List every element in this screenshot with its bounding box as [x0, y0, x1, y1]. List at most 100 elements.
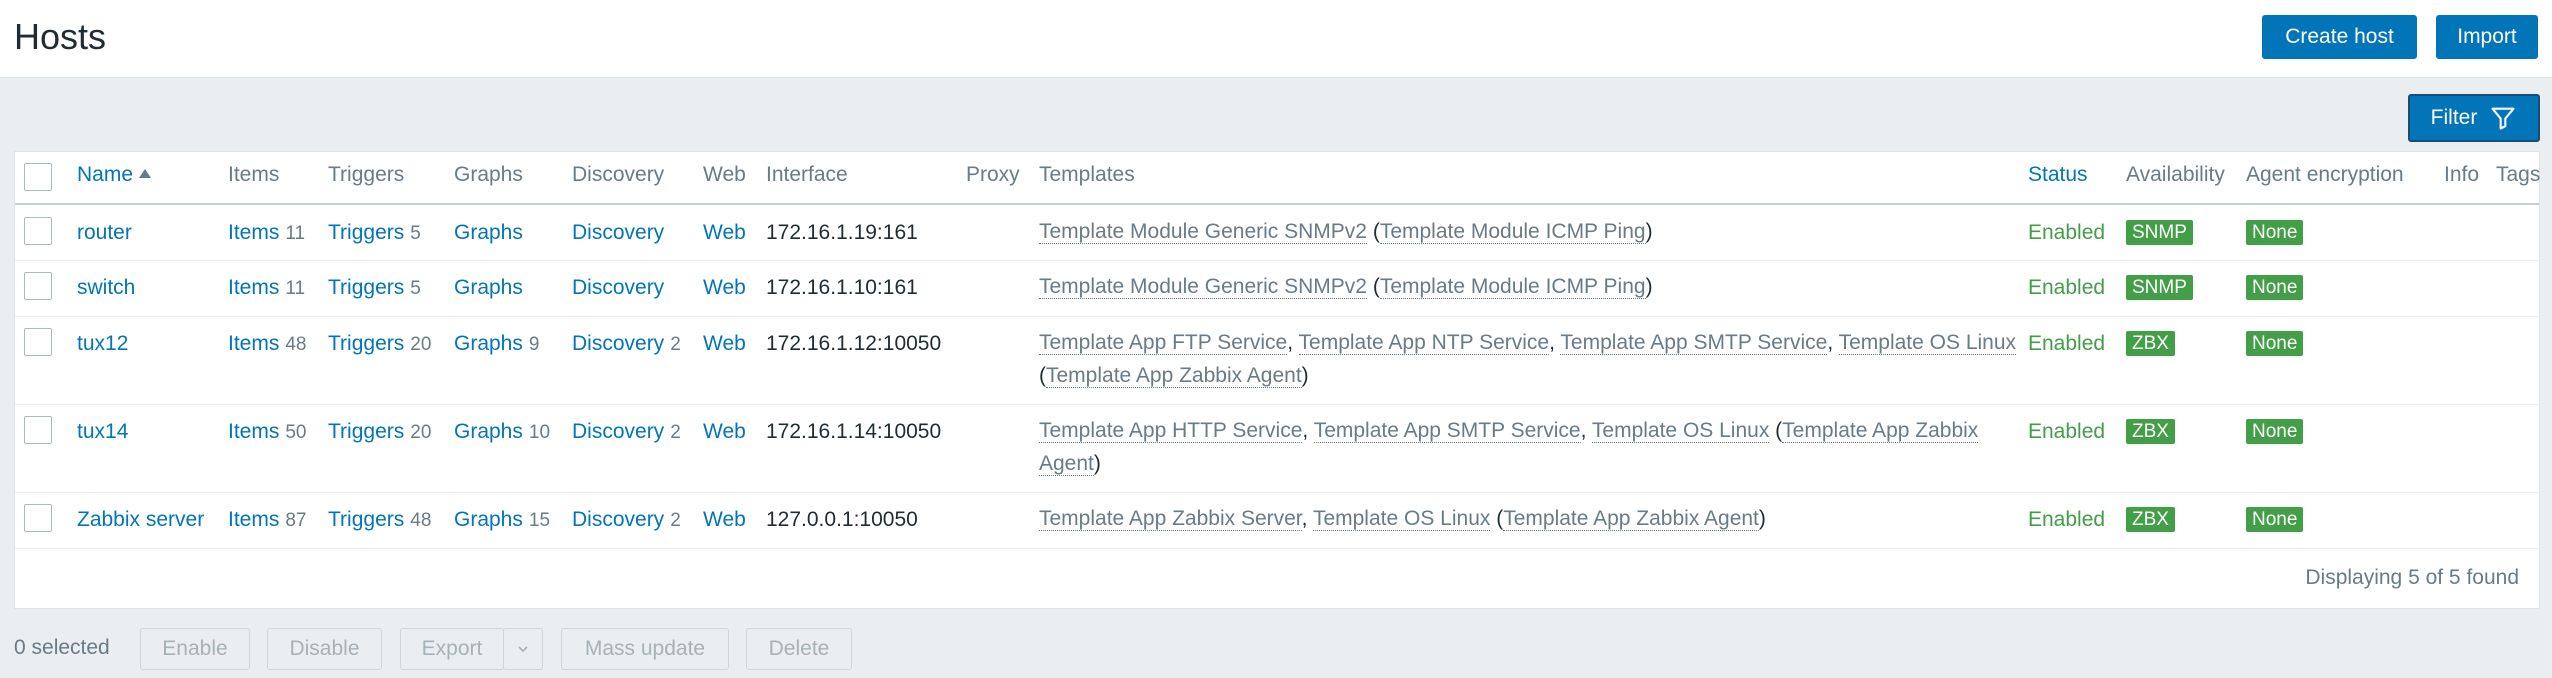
template-link[interactable]: Template App SMTP Service — [1313, 419, 1581, 443]
triggers-link[interactable]: Triggers 20 — [328, 332, 431, 356]
column-header-availability: Availability — [2126, 163, 2225, 186]
web-link[interactable]: Web — [703, 508, 746, 532]
template-link[interactable]: Template App HTTP Service — [1039, 419, 1303, 443]
triggers-link-count: 20 — [410, 334, 432, 355]
status-toggle[interactable]: Enabled — [2028, 420, 2105, 444]
template-link[interactable]: Template Module ICMP Ping — [1379, 275, 1646, 299]
discovery-link-label: Discovery — [572, 332, 665, 355]
discovery-link[interactable]: Discovery 2 — [572, 332, 681, 356]
column-header-templates: Templates — [1039, 163, 1135, 186]
discovery-link-count: 2 — [670, 422, 681, 443]
discovery-link[interactable]: Discovery — [572, 221, 664, 245]
template-link[interactable]: Template App SMTP Service — [1560, 331, 1828, 355]
status-toggle[interactable]: Enabled — [2028, 276, 2105, 300]
encryption-badge: None — [2246, 419, 2304, 444]
discovery-link[interactable]: Discovery — [572, 276, 664, 300]
disable-button[interactable]: Disable — [267, 628, 382, 670]
export-button[interactable]: Export — [400, 628, 504, 670]
items-link[interactable]: Items 87 — [228, 508, 306, 532]
column-header-graphs: Graphs — [454, 163, 523, 186]
sort-ascending-icon — [139, 169, 152, 178]
host-name-link[interactable]: router — [77, 221, 132, 245]
row-checkbox[interactable] — [24, 504, 52, 532]
delete-button[interactable]: Delete — [746, 628, 852, 670]
template-link[interactable]: Template App Zabbix Server — [1039, 507, 1302, 531]
discovery-link-label: Discovery — [572, 276, 665, 299]
graphs-link[interactable]: Graphs 9 — [454, 332, 539, 356]
template-separator: ( — [1366, 275, 1380, 298]
items-link-count: 87 — [285, 510, 307, 531]
graphs-link-label: Graphs — [454, 420, 523, 443]
select-all-checkbox[interactable] — [24, 163, 52, 191]
template-link[interactable]: Template OS Linux — [1838, 331, 2017, 355]
graphs-link-count: 9 — [528, 334, 540, 355]
encryption-badge: None — [2246, 331, 2304, 356]
row-checkbox[interactable] — [24, 416, 52, 444]
graphs-link-count: 15 — [528, 510, 551, 531]
items-link[interactable]: Items 50 — [228, 420, 306, 444]
triggers-link[interactable]: Triggers 5 — [328, 221, 421, 245]
status-toggle[interactable]: Enabled — [2028, 508, 2105, 532]
column-header-tags: Tags — [2496, 163, 2541, 186]
items-link-label: Items — [228, 221, 280, 244]
enable-button[interactable]: Enable — [140, 628, 250, 670]
row-divider — [15, 492, 2539, 493]
items-link[interactable]: Items 48 — [228, 332, 306, 356]
template-link[interactable]: Template App FTP Service — [1039, 331, 1288, 355]
column-header-status[interactable]: Status — [2028, 163, 2088, 187]
web-link[interactable]: Web — [703, 332, 746, 356]
template-link[interactable]: Template OS Linux — [1591, 419, 1770, 443]
triggers-link[interactable]: Triggers 20 — [328, 420, 431, 444]
triggers-link[interactable]: Triggers 48 — [328, 508, 431, 532]
host-name-link[interactable]: switch — [77, 276, 135, 300]
template-link[interactable]: Template App Zabbix Agent — [1046, 364, 1302, 388]
discovery-link-label: Discovery — [572, 420, 665, 443]
column-header-discovery: Discovery — [572, 163, 665, 186]
template-link[interactable]: Template OS Linux — [1312, 507, 1491, 531]
create-host-button[interactable]: Create host — [2262, 15, 2417, 59]
graphs-link-count: 10 — [528, 422, 551, 443]
status-toggle[interactable]: Enabled — [2028, 332, 2105, 356]
items-link[interactable]: Items 11 — [228, 276, 305, 300]
graphs-link-label: Graphs — [454, 221, 523, 244]
discovery-link[interactable]: Discovery 2 — [572, 508, 681, 532]
discovery-link-count: 2 — [670, 510, 681, 531]
template-link[interactable]: Template Module Generic SNMPv2 — [1039, 220, 1367, 244]
graphs-link[interactable]: Graphs 10 — [454, 420, 550, 444]
graphs-link[interactable]: Graphs — [454, 221, 523, 245]
template-separator: ) — [1093, 452, 1101, 475]
row-checkbox[interactable] — [24, 328, 52, 356]
templates-list: Template App FTP Service, Template App N… — [1039, 326, 2029, 392]
host-name-link[interactable]: tux12 — [77, 332, 128, 356]
row-checkbox[interactable] — [24, 272, 52, 300]
availability-cell: SNMP — [2126, 275, 2193, 300]
discovery-link-count: 2 — [670, 334, 681, 355]
items-link[interactable]: Items 11 — [228, 221, 305, 245]
template-separator: ( — [1490, 507, 1504, 530]
web-link[interactable]: Web — [703, 221, 746, 245]
triggers-link-count: 5 — [410, 223, 421, 244]
triggers-link[interactable]: Triggers 5 — [328, 276, 421, 300]
template-link[interactable]: Template App NTP Service — [1298, 331, 1550, 355]
column-header-name[interactable]: Name — [77, 163, 152, 187]
host-name-link[interactable]: tux14 — [77, 420, 128, 444]
web-link[interactable]: Web — [703, 276, 746, 300]
template-link[interactable]: Template Module Generic SNMPv2 — [1039, 275, 1367, 299]
column-header-interface: Interface — [766, 163, 848, 186]
filter-tab[interactable]: Filter — [2408, 94, 2540, 142]
encryption-cell: None — [2246, 331, 2304, 356]
filter-funnel-icon — [2491, 107, 2515, 130]
row-checkbox[interactable] — [24, 217, 52, 245]
web-link[interactable]: Web — [703, 420, 746, 444]
status-toggle[interactable]: Enabled — [2028, 221, 2105, 245]
mass-update-button[interactable]: Mass update — [561, 628, 729, 670]
template-link[interactable]: Template App Zabbix Agent — [1503, 507, 1759, 531]
graphs-link[interactable]: Graphs — [454, 276, 523, 300]
discovery-link[interactable]: Discovery 2 — [572, 420, 681, 444]
template-link[interactable]: Template Module ICMP Ping — [1379, 220, 1646, 244]
host-name-link[interactable]: Zabbix server — [77, 508, 204, 532]
export-dropdown-button[interactable] — [503, 628, 543, 670]
template-separator: , — [1287, 331, 1299, 354]
import-button[interactable]: Import — [2436, 15, 2538, 59]
graphs-link[interactable]: Graphs 15 — [454, 508, 550, 532]
